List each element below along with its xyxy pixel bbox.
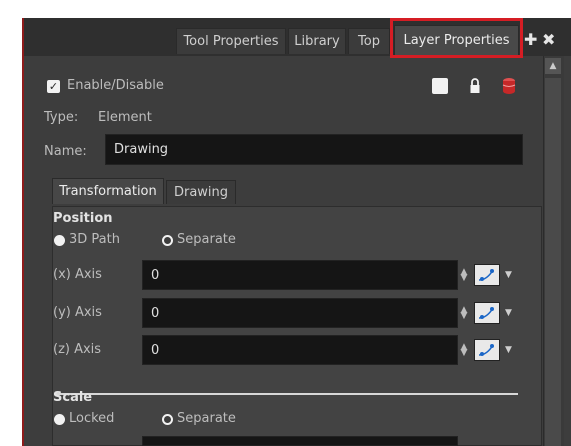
name-label: Name: [44,144,87,159]
z-axis-input[interactable]: 0 [142,335,458,365]
x-axis-label: (x) Axis [53,267,102,282]
tab-bar: Tool Properties Library Top Layer Proper… [24,18,571,58]
subtab-transformation[interactable]: Transformation [52,178,164,204]
add-tab-icon[interactable]: ✚ [524,30,537,49]
z-axis-function-button[interactable] [474,339,500,361]
radio-locked[interactable] [54,414,65,425]
lock-icon[interactable] [469,78,481,94]
y-axis-dropdown-icon[interactable]: ▼ [505,308,512,318]
type-label: Type: [44,110,79,125]
y-axis-label: (y) Axis [53,305,102,320]
x-axis-input[interactable]: 0 [142,260,458,290]
y-axis-input[interactable]: 0 [142,298,458,328]
position-title: Position [53,211,113,226]
tab-tool-properties[interactable]: Tool Properties [176,28,286,54]
radio-scale-separate[interactable] [162,414,173,425]
z-axis-dropdown-icon[interactable]: ▼ [505,345,512,355]
radio-position-separate-label: Separate [177,232,236,247]
scroll-up-icon[interactable]: ▲ [545,58,561,74]
color-swatch-icon[interactable] [432,78,448,94]
database-icon[interactable] [502,77,516,95]
tab-highlight-box [390,18,523,58]
close-icon[interactable]: ✖ [542,30,555,49]
tab-top[interactable]: Top [348,28,390,54]
z-axis-spinner-icon[interactable]: ▲ ▼ [460,343,468,358]
tab-library[interactable]: Library [288,28,346,54]
radio-position-separate[interactable] [162,235,173,246]
x-axis-spinner-icon[interactable]: ▲ ▼ [460,268,468,283]
section-divider [54,393,518,395]
enable-checkbox[interactable]: ✓ [47,80,60,93]
x-axis-function-button[interactable] [474,264,500,286]
enable-label: Enable/Disable [67,78,164,93]
layer-properties-panel: Tool Properties Library Top Layer Proper… [22,18,571,446]
scroll-thumb[interactable] [545,78,561,446]
y-axis-spinner-icon[interactable]: ▲ ▼ [460,306,468,321]
z-axis-label: (z) Axis [53,342,102,357]
screenshot-frame: Tool Properties Library Top Layer Proper… [0,0,571,446]
radio-3d-path[interactable] [54,235,65,246]
name-input[interactable]: Drawing [105,134,523,165]
y-axis-function-button[interactable] [474,302,500,324]
x-axis-dropdown-icon[interactable]: ▼ [505,270,512,280]
type-value: Element [98,110,152,125]
scale-input[interactable] [142,436,458,446]
radio-scale-separate-label: Separate [177,411,236,426]
scale-title: Scale [53,390,93,405]
radio-locked-label: Locked [69,411,115,426]
radio-3d-path-label: 3D Path [69,232,120,247]
subtab-drawing[interactable]: Drawing [166,180,236,204]
left-margin [0,0,22,446]
